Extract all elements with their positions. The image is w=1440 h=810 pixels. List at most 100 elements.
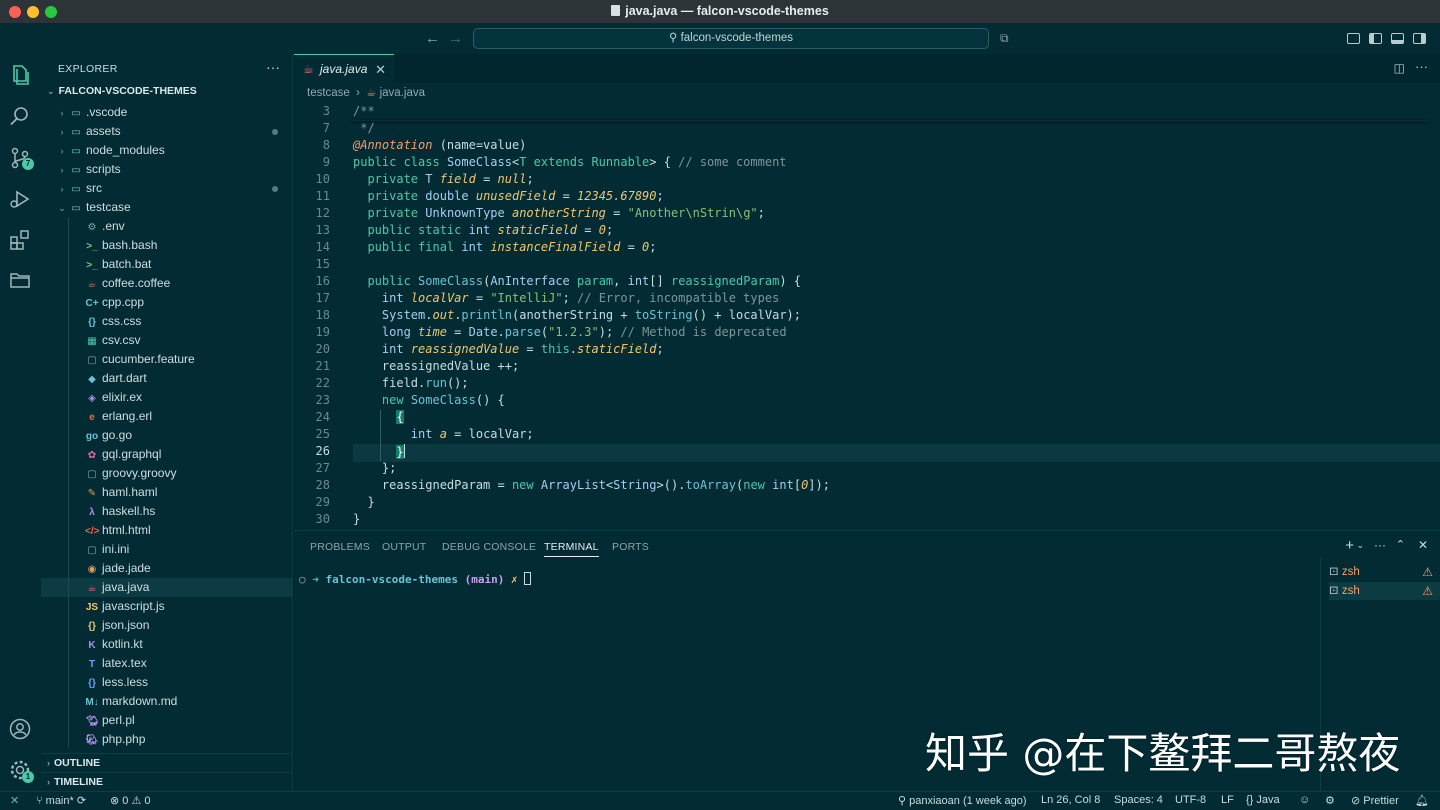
- tab-ports[interactable]: PORTS: [612, 541, 649, 553]
- account-icon[interactable]: [8, 717, 32, 741]
- file-erlang-erl[interactable]: e erlang.erl: [41, 407, 293, 426]
- breadcrumb: testcase › ☕ java.java: [307, 85, 425, 99]
- file-label: go.go: [102, 428, 133, 442]
- more-actions-icon[interactable]: ···: [266, 59, 280, 75]
- code-line: {: [396, 410, 404, 424]
- workspace-root[interactable]: ⌄ FALCON-VSCODE-THEMES: [47, 85, 197, 97]
- file-batch-bat[interactable]: >_ batch.bat: [41, 255, 293, 274]
- file-label: cpp.cpp: [102, 295, 145, 309]
- language-mode[interactable]: {} Java: [1246, 794, 1280, 806]
- file-type-icon: 🐪︎: [85, 716, 99, 727]
- code-editor[interactable]: 3 7 8 9 10 11 12 13 14 15 16 17 18 19 20 21 22 23 24 25 26 27…: [294, 104, 1440, 530]
- terminal-item[interactable]: ⊡ zsh ⚠: [1329, 563, 1440, 581]
- file-csv-csv[interactable]: ▦ csv.csv: [41, 331, 293, 350]
- file-groovy-groovy[interactable]: ▢ groovy.groovy: [41, 464, 293, 483]
- line-number: 20: [315, 342, 330, 356]
- explorer-icon[interactable]: [8, 63, 32, 87]
- folder-node_modules[interactable]: › ▭ node_modules: [55, 141, 293, 160]
- file-go-go[interactable]: go go.go: [41, 426, 293, 445]
- code-line: field.run();: [353, 376, 469, 390]
- file-dart-dart[interactable]: ◆ dart.dart: [41, 369, 293, 388]
- problems-status[interactable]: ⊗ 0 ⚠ 0: [110, 794, 151, 807]
- breadcrumb-folder[interactable]: testcase: [307, 87, 350, 99]
- terminal-item[interactable]: ⊡ zsh ⚠: [1329, 582, 1440, 600]
- file-java-java[interactable]: ☕ java.java: [41, 578, 293, 597]
- split-editor-icon[interactable]: ◫: [1394, 61, 1405, 75]
- maximize-panel-icon[interactable]: ⌃: [1396, 538, 1405, 551]
- file-kotlin-kt[interactable]: Kkotlin.kt: [41, 635, 293, 654]
- close-icon[interactable]: ✕: [375, 55, 386, 84]
- file-css-css[interactable]: {} css.css: [41, 312, 293, 331]
- indentation[interactable]: Spaces: 4: [1114, 794, 1163, 806]
- file-bash-bash[interactable]: >_ bash.bash: [41, 236, 293, 255]
- file-gql-graphql[interactable]: ✿ gql.graphql: [41, 445, 293, 464]
- tab-problems[interactable]: PROBLEMS: [310, 541, 370, 553]
- file-javascript-js[interactable]: JS javascript.js: [41, 597, 293, 616]
- prettier-status[interactable]: ⊘ Prettier: [1351, 794, 1399, 807]
- outline-label: OUTLINE: [54, 757, 101, 769]
- branch-status[interactable]: ⑂ main* ⟳: [36, 794, 86, 807]
- settings-sync-icon[interactable]: ⚙: [1325, 794, 1335, 807]
- cursor-position[interactable]: Ln 26, Col 8: [1041, 794, 1100, 806]
- tab-debug-console[interactable]: DEBUG CONSOLE: [442, 541, 536, 553]
- timeline-section[interactable]: › TIMELINE: [41, 772, 293, 791]
- tab-output[interactable]: OUTPUT: [382, 541, 426, 553]
- close-panel-icon[interactable]: ✕: [1418, 538, 1428, 552]
- file-perl-pl[interactable]: 🐪︎ perl.pl: [41, 711, 293, 730]
- file-haml-haml[interactable]: ✎ haml.haml: [41, 483, 293, 502]
- terminal-prompt[interactable]: ○ ➜ falcon-vscode-themes (main) ✗: [299, 572, 532, 586]
- folder-label: assets: [86, 124, 121, 138]
- open-external-icon[interactable]: ⧉: [1000, 31, 1009, 46]
- file-jade-jade[interactable]: ◉ jade.jade: [41, 559, 293, 578]
- new-terminal-icon[interactable]: +: [1345, 537, 1354, 554]
- customize-layout-icon[interactable]: [1347, 33, 1360, 44]
- line-number: 27: [315, 461, 330, 475]
- extensions-icon[interactable]: [8, 228, 32, 252]
- folder-vscode[interactable]: › ▭ .vscode: [55, 103, 293, 122]
- search-icon[interactable]: [8, 104, 32, 128]
- toggle-secondary-sidebar-icon[interactable]: [1413, 33, 1426, 44]
- copilot-icon[interactable]: ☺: [1299, 794, 1310, 806]
- folder-icon[interactable]: [8, 268, 32, 292]
- folder-assets[interactable]: › ▭ assets: [55, 122, 293, 141]
- file-cucumber-feature[interactable]: ▢ cucumber.feature: [41, 350, 293, 369]
- file-cpp-cpp[interactable]: C+ cpp.cpp: [41, 293, 293, 312]
- folder-scripts[interactable]: › ▭ scripts: [55, 160, 293, 179]
- file-markdown-md[interactable]: M↓ markdown.md: [41, 692, 293, 711]
- git-blame[interactable]: ⚲ panxiaoan (1 week ago): [898, 794, 1027, 807]
- encoding[interactable]: UTF-8: [1175, 794, 1206, 806]
- title-bar: java.java — falcon-vscode-themes: [0, 0, 1440, 24]
- command-center-search[interactable]: ⚲ falcon-vscode-themes: [473, 28, 989, 49]
- file-elixir-ex[interactable]: ◈ elixir.ex: [41, 388, 293, 407]
- remote-icon[interactable]: ✕: [10, 794, 19, 807]
- tab-terminal[interactable]: TERMINAL: [544, 541, 599, 557]
- file-json-json[interactable]: {} json.json: [41, 616, 293, 635]
- more-actions-icon[interactable]: ···: [1415, 59, 1428, 74]
- line-number: 21: [315, 359, 330, 373]
- chevron-right-icon: ›: [47, 758, 50, 768]
- toggle-primary-sidebar-icon[interactable]: [1369, 33, 1382, 44]
- file-php-php[interactable]: 🐘︎ php.php: [41, 730, 293, 749]
- forward-arrow-icon[interactable]: →: [448, 30, 463, 47]
- outline-section[interactable]: › OUTLINE: [41, 753, 293, 772]
- code-line: private T field = null;: [367, 172, 534, 186]
- file-haskell-hs[interactable]: λ haskell.hs: [41, 502, 293, 521]
- file-coffee-coffee[interactable]: ☕ coffee.coffee: [41, 274, 293, 293]
- more-actions-icon[interactable]: ···: [1374, 538, 1386, 552]
- chevron-down-icon[interactable]: ⌄: [1356, 540, 1364, 551]
- breadcrumb-file[interactable]: java.java: [380, 87, 425, 99]
- activity-bar: 7 1: [0, 54, 41, 791]
- toggle-panel-icon[interactable]: [1391, 33, 1404, 44]
- file-less-less[interactable]: {} less.less: [41, 673, 293, 692]
- folder-src[interactable]: › ▭ src: [55, 179, 293, 198]
- file-env[interactable]: ⚙ .env: [41, 217, 293, 236]
- file-latex-tex[interactable]: Tlatex.tex: [41, 654, 293, 673]
- file-ini-ini[interactable]: ▢ ini.ini: [41, 540, 293, 559]
- folder-testcase[interactable]: ⌄ ▭ testcase: [55, 198, 293, 217]
- run-debug-icon[interactable]: [8, 187, 32, 211]
- file-html-html[interactable]: </> html.html: [41, 521, 293, 540]
- bell-icon[interactable]: 🔔︎: [1415, 794, 1429, 807]
- tab-java[interactable]: ☕ java.java ✕: [294, 54, 394, 83]
- end-of-line[interactable]: LF: [1221, 794, 1234, 806]
- back-arrow-icon[interactable]: ←: [425, 30, 440, 47]
